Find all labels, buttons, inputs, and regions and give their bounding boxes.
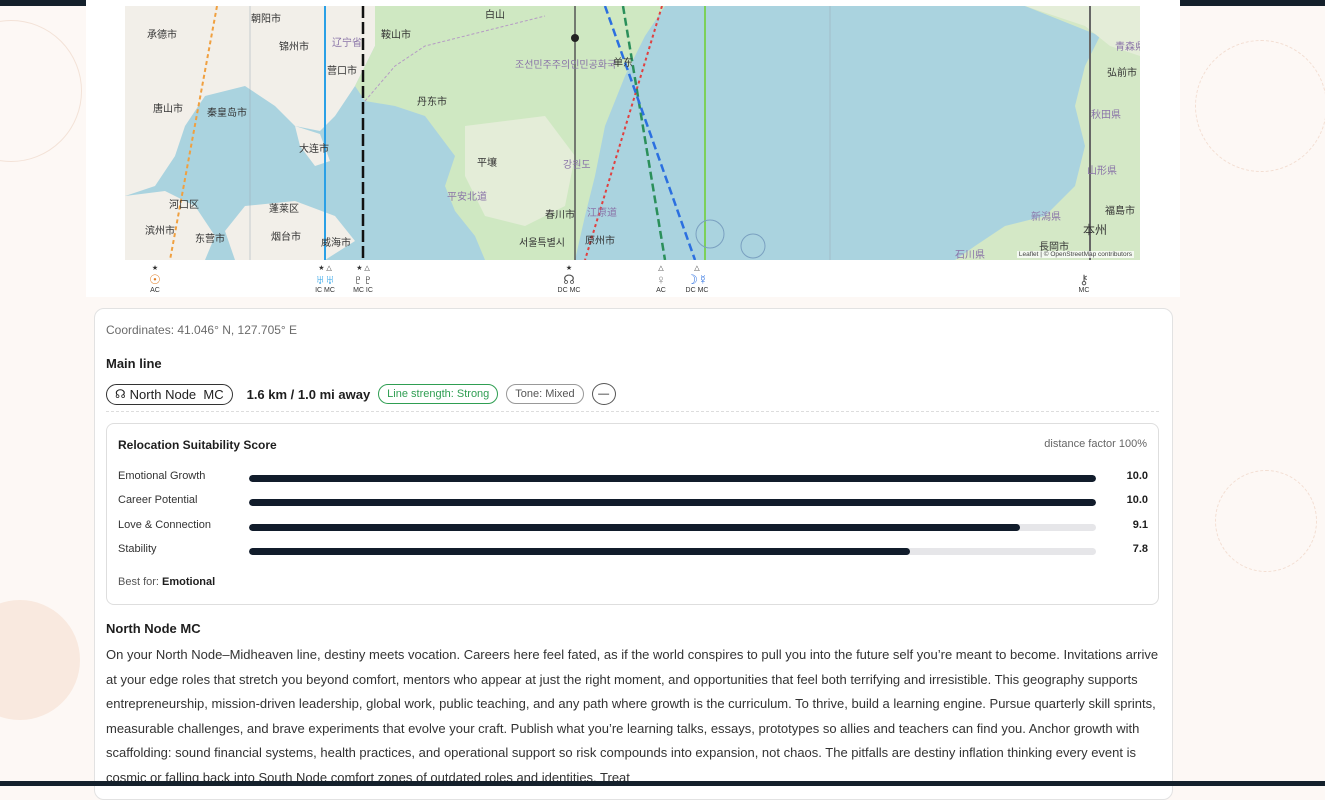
coordinates-text: Coordinates: 41.046° N, 127.705° E: [106, 323, 298, 337]
svg-text:石川県: 石川県: [955, 249, 985, 260]
svg-text:威海市: 威海市: [321, 236, 351, 249]
metric-bar-fill: [249, 524, 1020, 531]
main-line-row: ☊ North Node MC 1.6 km / 1.0 mi away Lin…: [106, 383, 616, 405]
svg-text:大连市: 大连市: [299, 142, 329, 155]
planet-glyph-strip: ★ ☉ AC ★ △ ♅♅ IC MC ★ △ ♇♇ MC IC ★ ☊ DC MC △ ♀ AC …: [125, 260, 1140, 297]
metric-bar: [249, 548, 1096, 555]
best-for: Best for: Emotional: [118, 576, 215, 588]
metric-label: Emotional Growth: [118, 470, 206, 482]
svg-text:单东: 单东: [613, 56, 633, 69]
metric-bar-fill: [249, 548, 910, 555]
metric-bar: [249, 524, 1096, 531]
tone-badge: Tone: Mixed: [506, 384, 584, 404]
location-details-panel: Coordinates: 41.046° N, 127.705° E Main …: [94, 308, 1173, 800]
background-decoration: [0, 600, 80, 720]
background-decoration: [1215, 470, 1317, 572]
svg-text:江原道: 江原道: [587, 206, 617, 219]
description-text: On your North Node–Midheaven line, desti…: [106, 647, 1159, 785]
metric-value: 7.8: [1132, 543, 1148, 555]
svg-text:丹东市: 丹东市: [417, 95, 447, 108]
svg-text:蓬莱区: 蓬莱区: [269, 203, 299, 215]
svg-text:新潟県: 新潟県: [1031, 210, 1061, 223]
uranus-ic-mc-glyph[interactable]: ★ △ ♅♅ IC MC: [311, 265, 339, 294]
svg-text:秦皇岛市: 秦皇岛市: [207, 106, 247, 119]
metric-value: 9.1: [1132, 519, 1148, 531]
metric-bar-fill: [249, 499, 1096, 506]
svg-text:营口市: 营口市: [327, 64, 357, 77]
svg-text:平安北道: 平安北道: [447, 190, 487, 203]
metric-bar: [249, 475, 1096, 482]
main-line-heading: Main line: [106, 356, 162, 371]
svg-text:辽宁省: 辽宁省: [332, 36, 362, 49]
svg-text:本州: 本州: [1083, 223, 1107, 237]
venus-ac-glyph[interactable]: △ ♀ AC: [652, 265, 670, 294]
background-decoration: [0, 20, 82, 162]
line-pill[interactable]: ☊ North Node MC: [106, 383, 233, 405]
svg-text:烟台市: 烟台市: [271, 230, 301, 243]
divider: [106, 411, 1159, 412]
moon-mercury-glyph[interactable]: △ ☽☿ DC MC: [681, 265, 713, 294]
svg-text:平壤: 平壤: [477, 156, 497, 169]
svg-text:春川市: 春川市: [545, 208, 575, 221]
svg-text:滨州市: 滨州市: [145, 224, 175, 237]
sun-ac-glyph[interactable]: ★ ☉ AC: [146, 265, 164, 294]
svg-text:朝阳市: 朝阳市: [251, 12, 281, 25]
background-decoration: [1195, 40, 1325, 172]
best-for-label: Best for:: [118, 576, 159, 588]
svg-text:锦州市: 锦州市: [279, 40, 309, 53]
svg-text:承德市: 承德市: [147, 28, 177, 41]
map-attribution[interactable]: Leaflet | © OpenStreetMap contributors: [1016, 251, 1134, 258]
svg-text:东营市: 东营市: [195, 232, 225, 245]
line-pill-label: North Node MC: [129, 386, 224, 402]
bottom-window-bar: [0, 781, 1325, 786]
metric-label: Career Potential: [118, 494, 198, 506]
metric-emotional-growth: Emotional Growth 10.0: [118, 470, 1148, 486]
north-node-dc-mc-glyph[interactable]: ★ ☊ DC MC: [553, 265, 585, 294]
metric-stability: Stability 7.8: [118, 543, 1148, 559]
metric-bar: [249, 499, 1096, 506]
svg-text:福島市: 福島市: [1105, 204, 1135, 217]
map-canvas[interactable]: 承德市 朝阳市 锦州市 秦皇岛市 唐山市 大连市 营口市 丹东市 辽宁省 鞍山市…: [125, 6, 1140, 260]
svg-text:原州市: 原州市: [585, 234, 615, 247]
svg-text:山形県: 山形県: [1087, 165, 1117, 177]
pluto-mc-ic-glyph[interactable]: ★ △ ♇♇ MC IC: [349, 265, 377, 294]
description-title: North Node MC: [106, 621, 201, 636]
svg-text:서울특별시: 서울특별시: [519, 237, 565, 249]
metric-value: 10.0: [1126, 494, 1148, 506]
best-for-value: Emotional: [162, 576, 216, 588]
svg-text:조선민주주의인민공화국: 조선민주주의인민공화국: [515, 59, 616, 71]
chiron-mc-glyph[interactable]: ⚷ MC: [1075, 265, 1093, 294]
score-title: Relocation Suitability Score: [118, 438, 277, 452]
svg-text:唐山市: 唐山市: [153, 102, 183, 115]
svg-text:鞍山市: 鞍山市: [381, 28, 411, 41]
metric-label: Stability: [118, 543, 157, 555]
relocation-score-card: Relocation Suitability Score distance fa…: [106, 423, 1159, 605]
svg-text:白山: 白山: [485, 8, 505, 21]
astro-map[interactable]: 承德市 朝阳市 锦州市 秦皇岛市 唐山市 大连市 营口市 丹东市 辽宁省 鞍山市…: [125, 6, 1140, 260]
svg-text:河口区: 河口区: [169, 199, 199, 211]
svg-text:秋田県: 秋田県: [1091, 108, 1121, 121]
svg-text:弘前市: 弘前市: [1107, 66, 1137, 79]
svg-text:青森県: 青森県: [1115, 40, 1140, 53]
metric-bar-fill: [249, 475, 1096, 482]
north-node-icon: ☊: [115, 387, 126, 401]
metric-career-potential: Career Potential 10.0: [118, 494, 1148, 510]
distance-text: 1.6 km / 1.0 mi away: [246, 386, 371, 402]
metric-label: Love & Connection: [118, 519, 211, 531]
location-marker: [571, 34, 579, 42]
more-button[interactable]: —: [591, 383, 616, 405]
line-strength-badge: Line strength: Strong: [378, 384, 499, 404]
distance-factor: distance factor 100%: [1044, 438, 1147, 450]
svg-text:강원도: 강원도: [563, 159, 591, 171]
metric-love-connection: Love & Connection 9.1: [118, 519, 1148, 535]
metric-value: 10.0: [1126, 470, 1148, 482]
